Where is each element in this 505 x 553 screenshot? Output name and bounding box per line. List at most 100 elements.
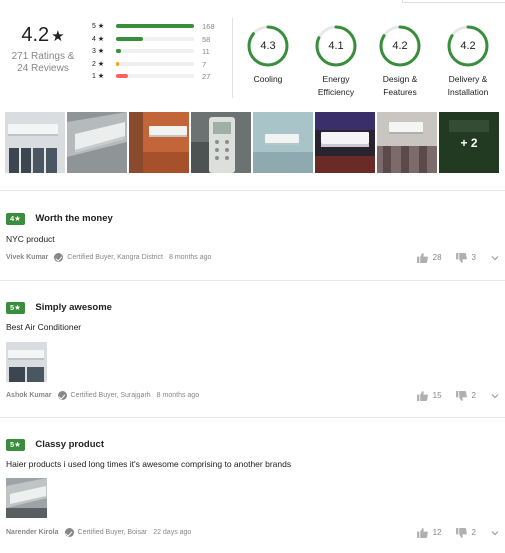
review-rating-badge: 5★ xyxy=(6,301,25,314)
review-card: 5★ Simply awesome Best Air Conditioner A… xyxy=(6,299,500,409)
aspect-cooling[interactable]: 4.3 Cooling xyxy=(238,24,298,86)
customer-photo[interactable] xyxy=(129,112,189,173)
review-time: 22 days ago xyxy=(153,529,192,536)
distribution-track xyxy=(116,74,194,78)
review-photo[interactable] xyxy=(6,478,47,518)
aspect-name: Cooling xyxy=(253,74,283,84)
certified-check-icon xyxy=(57,391,67,400)
review-card: 5★ Classy product Haier products i used … xyxy=(6,436,500,548)
thumbs-down-icon[interactable] xyxy=(455,527,467,538)
section-divider xyxy=(0,417,505,418)
aspect-energy-efficiency[interactable]: 4.1 Energy Efficiency xyxy=(306,24,366,99)
thumbs-down-icon[interactable] xyxy=(455,252,467,263)
review-author: Vivek Kumar xyxy=(6,254,49,261)
distribution-count: 7 xyxy=(202,59,207,69)
distribution-label: 5 ★ xyxy=(92,23,105,30)
distribution-label: 3 ★ xyxy=(92,48,105,55)
customer-photo[interactable] xyxy=(377,112,437,173)
thumbs-up-icon[interactable] xyxy=(416,390,428,401)
distribution-row-1: 1 ★ 27 xyxy=(92,70,227,83)
aspect-name: Design & Features xyxy=(382,74,418,97)
review-header: 4★ Worth the money xyxy=(6,210,500,228)
aspect-value: 4.3 xyxy=(260,40,276,52)
distribution-track xyxy=(116,36,194,41)
distribution-count: 58 xyxy=(202,34,211,44)
distribution-label: 2 ★ xyxy=(92,60,105,68)
ratings-summary: 4.2 ★ 271 Ratings & 24 Reviews 5 ★ 168 4 … xyxy=(0,0,505,110)
certified-check-icon xyxy=(54,253,64,262)
likes-count: 15 xyxy=(432,391,442,400)
likes-count: 12 xyxy=(432,528,442,537)
distribution-count: 168 xyxy=(202,22,215,31)
distribution-track xyxy=(116,61,194,66)
distribution-row-2: 2 ★ 7 xyxy=(92,58,227,71)
ratings-count-text: 271 Ratings & xyxy=(11,51,75,62)
aspect-value: 4.2 xyxy=(392,40,408,52)
aspect-value: 4.1 xyxy=(328,40,344,52)
review-header: 5★ Simply awesome xyxy=(6,299,500,317)
more-photos-button[interactable]: + 2 xyxy=(439,112,499,173)
dislikes-count: 3 xyxy=(471,253,476,262)
distribution-bar xyxy=(116,49,122,53)
distribution-row-4: 4 ★ 58 xyxy=(92,33,227,46)
thumbs-up-icon[interactable] xyxy=(416,252,428,263)
distribution-count: 11 xyxy=(202,47,210,56)
thumbs-up-icon[interactable] xyxy=(416,527,428,538)
customer-photo[interactable] xyxy=(5,112,65,173)
dislikes-count: 2 xyxy=(471,391,476,400)
review-author: Ashok Kumar xyxy=(6,392,52,399)
distribution-label: 4 ★ xyxy=(92,35,105,43)
reviews-count-text: 24 Reviews xyxy=(17,63,69,74)
review-rating-badge: 4★ xyxy=(6,212,25,225)
distribution-bar xyxy=(116,36,143,41)
distribution-bar xyxy=(116,61,120,66)
review-title: Worth the money xyxy=(35,213,113,225)
distribution-label: 1 ★ xyxy=(92,73,105,80)
distribution-row-5: 5 ★ 168 xyxy=(92,20,227,33)
distribution-track xyxy=(116,49,194,53)
rating-distribution: 5 ★ 168 4 ★ 58 3 ★ 11 2 ★ 7 1 ★ 27 xyxy=(92,20,227,83)
chevron-down-icon[interactable] xyxy=(490,391,500,401)
aspect-name: Delivery & Installation xyxy=(447,74,489,97)
review-certified: Certified Buyer, Surajgarh xyxy=(70,392,151,399)
customer-photo[interactable] xyxy=(67,112,127,173)
customer-photo[interactable] xyxy=(253,112,313,173)
average-rating-block: 4.2 ★ 271 Ratings & 24 Reviews xyxy=(10,24,76,75)
review-votes: 15 2 xyxy=(416,390,500,401)
aspect-name: Energy Efficiency xyxy=(317,74,355,97)
review-photo[interactable] xyxy=(6,342,47,382)
review-text: Best Air Conditioner xyxy=(6,322,82,332)
review-meta: Vivek Kumar Certified Buyer, Kangra Dist… xyxy=(6,252,500,263)
review-time: 8 months ago xyxy=(169,254,212,261)
review-title: Simply awesome xyxy=(35,302,112,314)
review-author: Narender Kirola xyxy=(6,529,59,536)
distribution-track xyxy=(116,24,194,28)
distribution-count: 27 xyxy=(202,72,211,81)
review-votes: 28 3 xyxy=(416,252,500,263)
review-text: NYC product xyxy=(6,234,55,244)
summary-divider xyxy=(232,18,233,98)
customer-photos: + 2 xyxy=(5,112,500,173)
chevron-down-icon[interactable] xyxy=(490,253,500,263)
section-divider xyxy=(0,280,505,281)
review-title: Classy product xyxy=(35,439,104,451)
customer-photo[interactable] xyxy=(315,112,375,173)
distribution-row-3: 3 ★ 11 xyxy=(92,45,227,58)
aspect-design-features[interactable]: 4.2 Design & Features xyxy=(370,24,430,99)
section-divider xyxy=(0,190,505,191)
review-certified: Certified Buyer, Kangra District xyxy=(67,254,163,261)
review-meta: Narender Kirola Certified Buyer, Boisar … xyxy=(6,527,500,538)
review-meta: Ashok Kumar Certified Buyer, Surajgarh 8… xyxy=(6,390,500,401)
aspect-ratings: 4.3 Cooling 4.1 Energy Efficiency 4.2 Des… xyxy=(238,24,505,104)
chevron-down-icon[interactable] xyxy=(490,528,500,538)
customer-photo[interactable] xyxy=(191,112,251,173)
thumbs-down-icon[interactable] xyxy=(455,390,467,401)
aspect-delivery-installation[interactable]: 4.2 Delivery & Installation xyxy=(438,24,498,99)
likes-count: 28 xyxy=(432,253,442,262)
more-photos-label: + 2 xyxy=(439,112,499,173)
review-text: Haier products i used long times it's aw… xyxy=(6,459,292,469)
review-rating-badge: 5★ xyxy=(6,438,25,451)
review-certified: Certified Buyer, Boisar xyxy=(77,529,148,536)
review-votes: 12 2 xyxy=(416,527,500,538)
aspect-value: 4.2 xyxy=(460,40,476,52)
